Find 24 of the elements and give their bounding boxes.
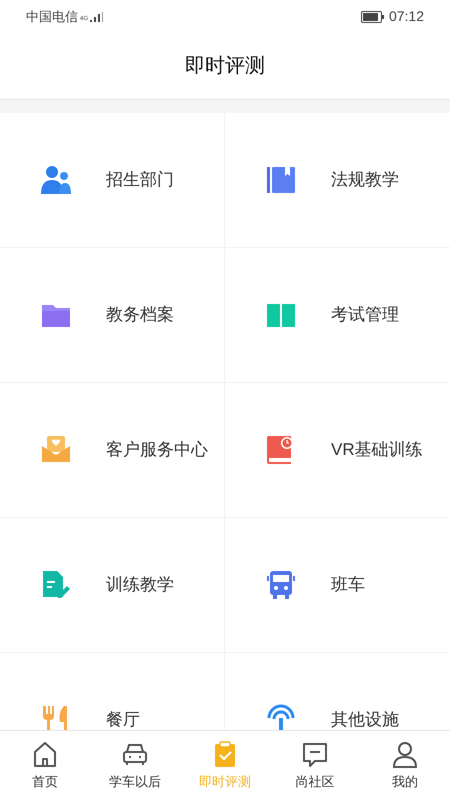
menu-tile[interactable]: 法规教学: [225, 113, 450, 248]
people-icon: [40, 164, 72, 196]
tab-bar-item[interactable]: 我的: [360, 731, 450, 800]
house-icon: [31, 740, 59, 768]
antenna-icon: [265, 704, 297, 730]
user-icon: [391, 740, 419, 768]
menu-tile[interactable]: 教务档案: [0, 248, 225, 383]
menu-tile[interactable]: 招生部门: [0, 113, 225, 248]
tab-bar-item[interactable]: 学车以后: [90, 731, 180, 800]
bus-icon: [265, 569, 297, 601]
carrier-label: 中国电信: [26, 8, 78, 26]
page-title: 即时评测: [185, 54, 265, 79]
document-pen-icon: [40, 569, 72, 601]
menu-tile[interactable]: 训练教学: [0, 518, 225, 653]
menu-tile[interactable]: 班车: [225, 518, 450, 653]
menu-tile[interactable]: 客户服务中心: [0, 383, 225, 518]
menu-tile[interactable]: VR基础训练: [225, 383, 450, 518]
battery-icon: [360, 10, 385, 22]
tab-bar-item[interactable]: 首页: [0, 731, 90, 800]
clock-time: 07:12: [388, 7, 424, 26]
signal-icon: [90, 12, 104, 22]
tab-bar-item[interactable]: 尚社区: [270, 731, 360, 800]
book-icon: [265, 164, 297, 196]
menu-tile[interactable]: 考试管理: [225, 248, 450, 383]
